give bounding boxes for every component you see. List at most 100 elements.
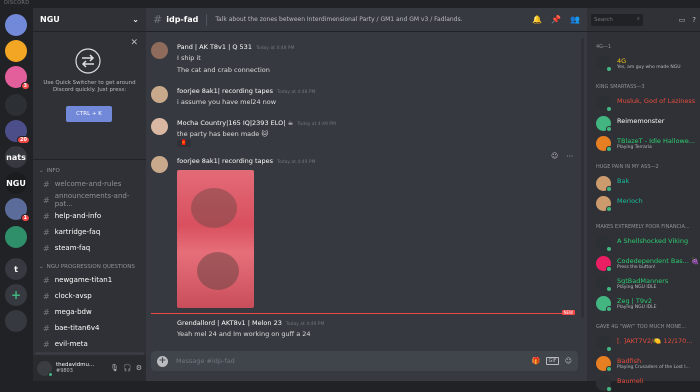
message-author[interactable]: foorjee 8ak1| recording tapes xyxy=(177,87,273,95)
scrollbar[interactable] xyxy=(581,38,584,318)
member-name: Musluk, God of Laziness xyxy=(617,97,696,105)
channel-announcements-and-pat-[interactable]: # announcements-and-pat... xyxy=(35,192,144,208)
microphone-icon[interactable]: 🎙 xyxy=(110,364,119,372)
server-icon[interactable]: + xyxy=(5,284,27,306)
member-activity: Playing Terraria xyxy=(617,145,652,150)
member-group-title: KING SMARTASS—3 xyxy=(596,84,645,90)
channel-clock-avsp[interactable]: # clock-avsp xyxy=(35,288,144,304)
server-name: NGU xyxy=(40,15,60,24)
channel-kartridge-faq[interactable]: # kartridge-faq xyxy=(35,224,144,240)
status-online-icon xyxy=(606,126,612,132)
member-item[interactable]: TBlazeT - Idle Hallowe... Playing Terrari… xyxy=(596,136,698,152)
member-name: Zeg | T9v2 xyxy=(617,297,652,305)
category-info[interactable]: ⌄ INFO xyxy=(33,166,146,176)
cat-photo-attachment[interactable] xyxy=(177,170,254,308)
member-item[interactable]: Zeg | T9v2 Playing NGU IDLE xyxy=(596,296,698,312)
server-icon[interactable] xyxy=(5,94,27,116)
message-text: Yeah mel 24 and Im working on guff a 24 xyxy=(177,330,311,338)
message-text: the party has been made 🐱 xyxy=(177,130,269,138)
status-online-icon xyxy=(606,286,612,292)
category-progression-label: NGU PROGRESSION QUESTIONS xyxy=(46,264,135,270)
quick-switcher-text: Use Quick Switcher to get around Discord… xyxy=(43,80,136,93)
avatar[interactable] xyxy=(151,118,168,135)
server-icon[interactable]: 3 xyxy=(5,66,30,90)
member-name: A Shellshocked Viking xyxy=(617,237,689,245)
upload-plus-icon[interactable]: + xyxy=(157,355,168,367)
member-item[interactable]: 4G Yes, am guy who made NGU xyxy=(596,56,698,72)
server-list: 3 20 nats NGU 1 t + xyxy=(0,8,33,381)
message-author[interactable]: Grendallord | AKT8v1 | Melon 23 xyxy=(177,319,282,327)
member-activity: Yes, am guy who made NGU xyxy=(617,65,681,70)
chat-area: # idp-fad Talk about the zones between I… xyxy=(146,8,587,381)
member-group-title: GAVE 4G "WAY" TOO MUCH MONE... xyxy=(596,324,686,330)
search-icon: ⌕ xyxy=(636,16,640,22)
hash-icon: # xyxy=(43,339,50,349)
add-reaction-icon[interactable]: ☺ xyxy=(551,152,558,160)
server-icon[interactable]: 1 xyxy=(5,198,30,222)
member-item[interactable]: SgtBadManners Playing NGU IDLE xyxy=(596,276,698,292)
member-item[interactable]: A Shellshocked Viking xyxy=(596,236,698,252)
server-icon[interactable] xyxy=(5,40,27,62)
member-item[interactable]: Musluk, God of Laziness xyxy=(596,96,698,112)
member-item[interactable]: Bak xyxy=(596,176,698,192)
bell-icon[interactable]: 🔔 xyxy=(532,15,542,24)
inbox-icon[interactable]: ▭ xyxy=(679,16,686,24)
avatar[interactable] xyxy=(151,156,168,173)
channel-mega-bdw[interactable]: # mega-bdw xyxy=(35,304,144,320)
avatar[interactable] xyxy=(151,86,168,103)
avatar[interactable] xyxy=(151,42,168,59)
gif-button[interactable]: GIF xyxy=(546,357,559,365)
help-icon[interactable]: ? xyxy=(692,16,696,24)
gift-icon[interactable]: 🎁 xyxy=(532,357,541,365)
server-icon[interactable] xyxy=(5,14,27,36)
message-author[interactable]: Mocha Country|165 IQ|2393 ELO| ☕ xyxy=(177,119,293,127)
channel-evil-meta[interactable]: # evil-meta xyxy=(35,336,144,352)
member-group-title: 4G—1 xyxy=(596,44,612,50)
avatar[interactable] xyxy=(37,360,53,377)
more-options-icon[interactable]: ⋯ xyxy=(566,152,573,160)
search-input[interactable]: Search ⌕ xyxy=(591,13,643,26)
channel-bae-titan6v4[interactable]: # bae-titan6v4 xyxy=(35,320,144,336)
gear-icon[interactable]: ⚙ xyxy=(136,364,142,372)
message-composer[interactable]: + Message #idp-fad 🎁 GIF ☺ xyxy=(151,351,578,371)
member-item[interactable]: [. ]AKT7V2/🍋 12/170... xyxy=(596,336,698,352)
message-input[interactable]: Message #idp-fad xyxy=(176,357,235,365)
close-icon[interactable]: ✕ xyxy=(130,38,138,48)
headphones-icon[interactable]: 🎧 xyxy=(123,364,132,372)
title-bar: DISCORD xyxy=(0,0,700,8)
member-activity: Playing Crusaders of the Lost I... xyxy=(617,365,690,370)
hash-icon: # xyxy=(43,243,50,253)
member-item[interactable]: Merioch xyxy=(596,196,698,212)
member-name: Badfish xyxy=(617,357,642,365)
member-item[interactable]: Badfish Playing Crusaders of the Lost I..… xyxy=(596,356,698,372)
member-item[interactable]: Baumeli xyxy=(596,376,698,392)
server-header[interactable]: NGU ⌄ xyxy=(33,8,146,32)
quick-switcher-button[interactable]: CTRL + K xyxy=(66,106,112,122)
member-item[interactable]: Reimemonster xyxy=(596,116,698,132)
mention-badge: 1 xyxy=(20,214,30,222)
server-icon[interactable]: t xyxy=(5,258,27,280)
channel-help-and-info[interactable]: # help-and-info xyxy=(35,208,144,224)
members-icon[interactable]: 👥 xyxy=(570,15,580,24)
message-author[interactable]: foorjee 8ak1| recording tapes xyxy=(177,157,273,165)
message-text: I ship it xyxy=(177,54,201,62)
channel-steam-faq[interactable]: # steam-faq xyxy=(35,240,144,256)
channel-welcome-and-rules[interactable]: # welcome-and-rules xyxy=(35,176,144,192)
server-icon[interactable]: nats xyxy=(5,146,27,168)
avatar[interactable] xyxy=(151,318,168,335)
member-activity: Playing NGU IDLE xyxy=(617,285,657,290)
status-online-icon xyxy=(606,66,612,72)
category-progression[interactable]: ⌄ NGU PROGRESSION QUESTIONS xyxy=(33,262,146,272)
reaction[interactable]: 🧧 xyxy=(177,140,191,147)
member-item[interactable]: Codedependent Bas... 🍇 Press the button! xyxy=(596,256,699,272)
message-timestamp: Today at 4:48 PM xyxy=(276,90,316,95)
channel-newgame-titan1[interactable]: # newgame-titan1 xyxy=(35,272,144,288)
server-icon[interactable] xyxy=(5,226,27,248)
server-icon[interactable]: NGU xyxy=(5,172,27,194)
message-author[interactable]: Pand | AK T8v1 | Q 531 xyxy=(177,43,252,51)
server-icon[interactable] xyxy=(5,310,27,332)
pin-icon[interactable]: 📌 xyxy=(551,15,561,24)
emoji-icon[interactable]: ☺ xyxy=(565,357,572,365)
hash-icon: # xyxy=(43,323,50,333)
server-icon[interactable]: 20 xyxy=(5,120,30,144)
